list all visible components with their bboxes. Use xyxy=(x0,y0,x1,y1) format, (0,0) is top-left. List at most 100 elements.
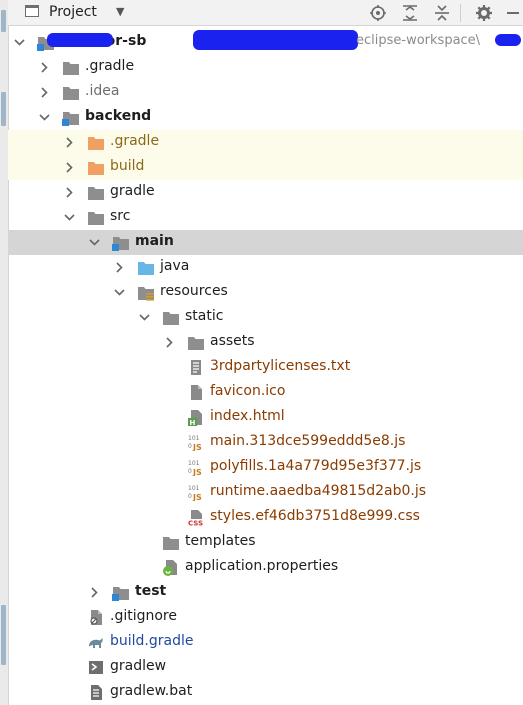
tree-item-label: .idea xyxy=(85,83,120,99)
tool-window-tab-structure[interactable] xyxy=(1,605,6,665)
bat-file-icon xyxy=(87,684,105,701)
tree-row-runtime[interactable]: 101 0 JS runtime.aaedba49815d2ab0.js xyxy=(8,480,523,505)
folder-icon xyxy=(62,59,80,76)
tree-row-index[interactable]: Hindex.html xyxy=(8,405,523,430)
module-folder-icon xyxy=(112,584,130,601)
tree-row-assets[interactable]: assets xyxy=(8,330,523,355)
tree-row-gradle-root[interactable]: .gradle xyxy=(8,55,523,80)
tool-window-tab-commit[interactable] xyxy=(1,92,6,126)
tree-row-root[interactable]: monitor-sbeclipse-workspace\ xyxy=(8,30,523,55)
tree-item-label: templates xyxy=(185,533,256,549)
html-file-icon: H xyxy=(187,409,205,426)
chevron-down-icon[interactable] xyxy=(89,237,100,248)
project-toolbar: Project ▼ xyxy=(8,0,523,26)
tree-row-test[interactable]: test xyxy=(8,580,523,605)
tool-window-tab-project[interactable] xyxy=(1,10,6,32)
svg-text:JS: JS xyxy=(192,493,202,501)
tree-item-label: .gradle xyxy=(110,133,160,149)
folder-icon xyxy=(187,334,205,351)
tree-item-label: .gitignore xyxy=(110,608,177,624)
collapse-all-icon[interactable] xyxy=(432,3,452,23)
tree-item-label: favicon.ico xyxy=(210,383,286,399)
text-file-icon xyxy=(187,359,205,376)
gitignore-file-icon xyxy=(87,609,105,626)
tree-row-appprops[interactable]: application.properties xyxy=(8,555,523,580)
folder-icon xyxy=(162,309,180,326)
chevron-down-icon[interactable] xyxy=(64,212,75,223)
chevron-down-icon[interactable] xyxy=(39,112,50,123)
tree-item-label: build xyxy=(110,158,145,174)
chevron-right-icon[interactable] xyxy=(64,137,75,148)
project-view-title[interactable]: Project xyxy=(49,4,97,20)
module-folder-icon xyxy=(62,109,80,126)
tree-row-gradlew[interactable]: gradlew xyxy=(8,655,523,680)
locate-icon[interactable] xyxy=(368,3,388,23)
redaction-mark xyxy=(495,34,521,46)
tree-row-licenses[interactable]: 3rdpartylicenses.txt xyxy=(8,355,523,380)
tree-row-gitignore[interactable]: .gitignore xyxy=(8,605,523,630)
chevron-down-icon[interactable] xyxy=(139,312,150,323)
tree-item-label: runtime.aaedba49815d2ab0.js xyxy=(210,483,427,499)
tree-item-label: 3rdpartylicenses.txt xyxy=(210,358,351,374)
svg-text:JS: JS xyxy=(192,468,202,476)
svg-text:101: 101 xyxy=(188,460,200,467)
tree-row-backend-gradle-hidden[interactable]: .gradle xyxy=(8,130,523,155)
tree-row-src[interactable]: src xyxy=(8,205,523,230)
chevron-right-icon[interactable] xyxy=(39,62,50,73)
tree-row-styles[interactable]: CSS styles.ef46db3751d8e999.css xyxy=(8,505,523,530)
tree-item-label: backend xyxy=(85,108,152,124)
svg-text:101: 101 xyxy=(188,485,200,492)
svg-text:H: H xyxy=(190,419,196,426)
tree-row-backend[interactable]: backend xyxy=(8,105,523,130)
js-file-icon: 101 0 JS xyxy=(187,434,205,451)
tree-item-label: resources xyxy=(160,283,228,299)
chevron-right-icon[interactable] xyxy=(64,162,75,173)
folder-icon xyxy=(62,84,80,101)
tree-row-buildgradle[interactable]: build.gradle xyxy=(8,630,523,655)
chevron-right-icon[interactable] xyxy=(39,87,50,98)
tree-item-label: main.313dce599eddd5e8.js xyxy=(210,433,406,449)
redaction-mark xyxy=(193,30,358,50)
tree-item-label: test xyxy=(135,583,167,599)
toolbar-separator xyxy=(460,4,461,22)
source-folder-icon xyxy=(137,259,155,276)
tree-row-build[interactable]: build xyxy=(8,155,523,180)
tree-row-mainjs[interactable]: 101 0 JS main.313dce599eddd5e8.js xyxy=(8,430,523,455)
chevron-right-icon[interactable] xyxy=(64,187,75,198)
tree-item-label: polyfills.1a4a779d95e3f377.js xyxy=(210,458,422,474)
tree-item-label: gradlew.bat xyxy=(110,683,193,699)
tree-row-gradle[interactable]: gradle xyxy=(8,180,523,205)
tree-row-resources[interactable]: resources xyxy=(8,280,523,305)
css-file-icon: CSS xyxy=(187,509,205,526)
chevron-right-icon[interactable] xyxy=(89,587,100,598)
chevron-down-icon[interactable] xyxy=(114,287,125,298)
tree-row-favicon[interactable]: favicon.ico xyxy=(8,380,523,405)
tree-row-static[interactable]: static xyxy=(8,305,523,330)
dropdown-caret-icon[interactable]: ▼ xyxy=(116,5,124,18)
resources-folder-icon xyxy=(137,284,155,301)
tree-row-gradlewbat[interactable]: gradlew.bat xyxy=(8,680,523,705)
shell-file-icon xyxy=(87,659,105,676)
tree-row-main[interactable]: main xyxy=(8,230,523,255)
project-tree: monitor-sbeclipse-workspace\ .gradle .idea… xyxy=(8,30,523,705)
tree-item-label: gradlew xyxy=(110,658,167,674)
tree-row-idea[interactable]: .idea xyxy=(8,80,523,105)
module-folder-icon xyxy=(112,234,130,251)
tree-row-templates[interactable]: templates xyxy=(8,530,523,555)
gradle-file-icon xyxy=(87,634,105,651)
chevron-down-icon[interactable] xyxy=(14,37,25,48)
tree-row-java[interactable]: java xyxy=(8,255,523,280)
svg-text:101: 101 xyxy=(188,435,200,442)
tree-row-polyfills[interactable]: 101 0 JS polyfills.1a4a779d95e3f377.js xyxy=(8,455,523,480)
hide-panel-icon[interactable] xyxy=(503,3,523,23)
tree-item-label: java xyxy=(160,258,190,274)
tree-item-label: .gradle xyxy=(85,58,135,74)
tree-item-label: main xyxy=(135,233,174,249)
settings-gear-icon[interactable] xyxy=(474,3,494,23)
tree-item-label: build.gradle xyxy=(110,633,194,649)
expand-all-icon[interactable] xyxy=(400,3,420,23)
excluded-folder-icon xyxy=(87,159,105,176)
chevron-right-icon[interactable] xyxy=(164,337,175,348)
tree-item-label: assets xyxy=(210,333,255,349)
chevron-right-icon[interactable] xyxy=(114,262,125,273)
